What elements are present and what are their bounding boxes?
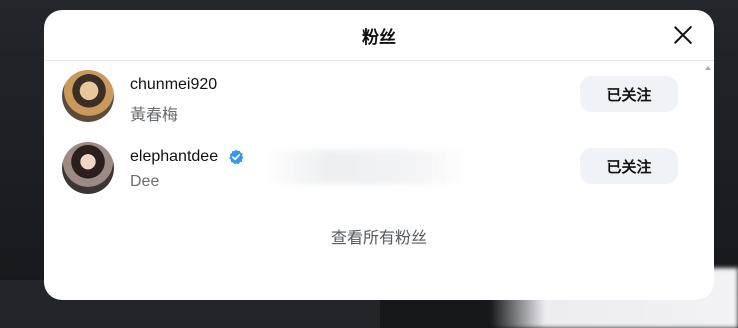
modal-header: 粉丝 [44,10,714,61]
modal-title: 粉丝 [362,28,396,48]
avatar[interactable] [62,70,114,122]
display-name: Dee [130,173,160,190]
blurred-content [264,150,469,184]
username-line: chunmei920 [130,76,217,98]
follower-row[interactable]: chunmei920 黃春梅 已关注 [44,64,704,132]
view-all-followers-link[interactable]: 查看所有粉丝 [44,224,714,248]
username-line: elephantdee [130,148,244,170]
followers-modal: 粉丝 chunmei920 黃春梅 已关注 elephantdee Dee 已关… [44,10,714,300]
avatar[interactable] [62,142,114,194]
following-button[interactable]: 已关注 [580,148,678,184]
username[interactable]: elephantdee [130,148,218,166]
close-icon[interactable] [670,22,696,48]
following-button[interactable]: 已关注 [580,76,678,112]
scroll-up-arrow-icon[interactable] [705,66,711,70]
verified-badge-icon [228,149,244,165]
username[interactable]: chunmei920 [130,76,217,94]
follower-row[interactable]: elephantdee Dee 已关注 [44,136,704,204]
scrollbar[interactable] [704,62,712,282]
display-name: 黃春梅 [130,107,179,124]
